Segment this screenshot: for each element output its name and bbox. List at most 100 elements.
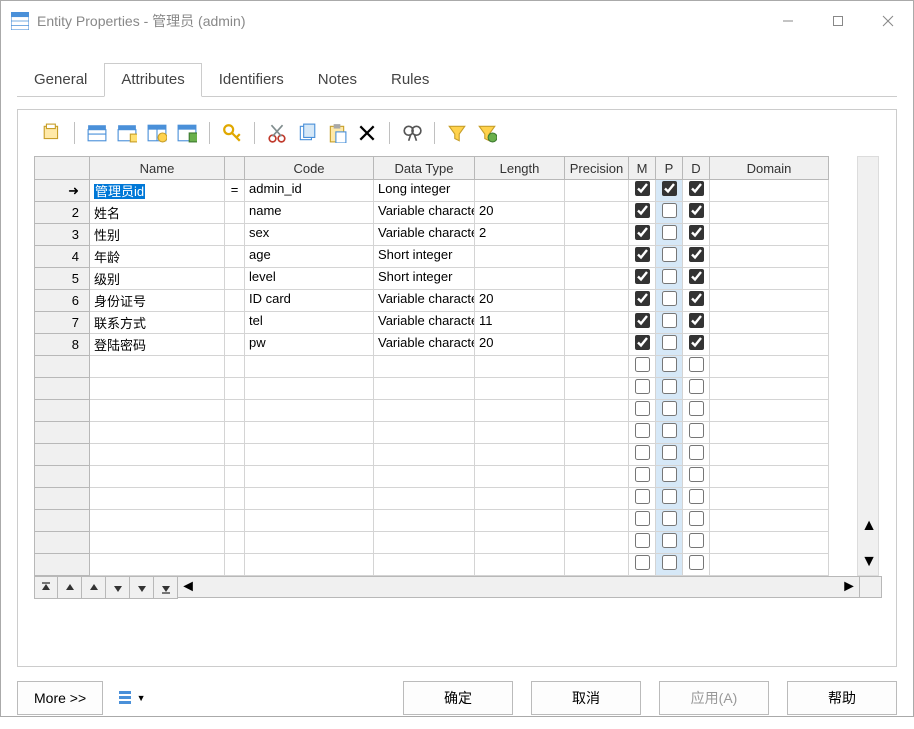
cell-code[interactable]: ID card: [245, 290, 374, 312]
cell-precision[interactable]: [565, 422, 629, 444]
cell-name[interactable]: 登陆密码: [90, 334, 225, 356]
cell-p[interactable]: [656, 312, 683, 334]
delete-icon[interactable]: [353, 120, 381, 146]
menu-button[interactable]: ▼: [111, 683, 151, 713]
cell-m[interactable]: [629, 180, 656, 202]
cell-precision[interactable]: [565, 488, 629, 510]
cell-m[interactable]: [629, 466, 656, 488]
cell-precision[interactable]: [565, 356, 629, 378]
checkbox-m[interactable]: [635, 203, 650, 218]
cell-length[interactable]: 20: [475, 290, 565, 312]
cell-d[interactable]: [683, 466, 710, 488]
checkbox-p[interactable]: [662, 291, 677, 306]
cell-name[interactable]: [90, 466, 225, 488]
checkbox-p[interactable]: [662, 357, 677, 372]
cell-d[interactable]: [683, 400, 710, 422]
vscroll-up-icon[interactable]: ▲: [858, 516, 880, 536]
cell-d[interactable]: [683, 180, 710, 202]
cell-length[interactable]: [475, 400, 565, 422]
checkbox-m[interactable]: [635, 555, 650, 570]
tab-general[interactable]: General: [17, 63, 104, 96]
rowhdr[interactable]: 6: [34, 290, 90, 312]
cell-m[interactable]: [629, 444, 656, 466]
checkbox-p[interactable]: [662, 203, 677, 218]
cell-datatype[interactable]: Short integer: [374, 246, 475, 268]
properties-icon[interactable]: [38, 120, 66, 146]
checkbox-d[interactable]: [689, 291, 704, 306]
rowhdr[interactable]: 3: [34, 224, 90, 246]
cell-datatype[interactable]: Variable characters: [374, 290, 475, 312]
cell-datatype[interactable]: Long integer: [374, 180, 475, 202]
checkbox-m[interactable]: [635, 489, 650, 504]
checkbox-d[interactable]: [689, 423, 704, 438]
cell-name[interactable]: [90, 356, 225, 378]
cell-length[interactable]: [475, 554, 565, 576]
table-row[interactable]: 2姓名nameVariable characters20: [34, 202, 882, 224]
col-eq[interactable]: [225, 156, 245, 180]
cell-eq[interactable]: [225, 466, 245, 488]
cell-datatype[interactable]: [374, 466, 475, 488]
cell-domain[interactable]: [710, 312, 829, 334]
cell-eq[interactable]: [225, 400, 245, 422]
cell-length[interactable]: [475, 378, 565, 400]
cell-d[interactable]: [683, 290, 710, 312]
ok-button[interactable]: 确定: [403, 681, 513, 715]
cell-datatype[interactable]: [374, 422, 475, 444]
checkbox-m[interactable]: [635, 467, 650, 482]
checkbox-p[interactable]: [662, 533, 677, 548]
cell-m[interactable]: [629, 356, 656, 378]
cell-datatype[interactable]: Variable characters: [374, 202, 475, 224]
cell-datatype[interactable]: [374, 488, 475, 510]
cell-d[interactable]: [683, 378, 710, 400]
checkbox-d[interactable]: [689, 269, 704, 284]
checkbox-m[interactable]: [635, 533, 650, 548]
tab-rules[interactable]: Rules: [374, 63, 446, 96]
cell-eq[interactable]: [225, 246, 245, 268]
cell-length[interactable]: [475, 246, 565, 268]
nav-down2-button[interactable]: [130, 577, 154, 599]
rowhdr[interactable]: 5: [34, 268, 90, 290]
cell-precision[interactable]: [565, 510, 629, 532]
cell-domain[interactable]: [710, 246, 829, 268]
cell-length[interactable]: 20: [475, 202, 565, 224]
minimize-button[interactable]: [763, 1, 813, 41]
cell-p[interactable]: [656, 422, 683, 444]
checkbox-p[interactable]: [662, 313, 677, 328]
cell-code[interactable]: level: [245, 268, 374, 290]
cell-datatype[interactable]: Variable characters: [374, 312, 475, 334]
cell-p[interactable]: [656, 510, 683, 532]
checkbox-m[interactable]: [635, 423, 650, 438]
checkbox-d[interactable]: [689, 357, 704, 372]
table-row-empty[interactable]: [34, 510, 882, 532]
rowhdr[interactable]: [34, 554, 90, 576]
cell-d[interactable]: [683, 356, 710, 378]
key-icon[interactable]: [218, 120, 246, 146]
cell-precision[interactable]: [565, 312, 629, 334]
cut-icon[interactable]: [263, 120, 291, 146]
checkbox-d[interactable]: [689, 445, 704, 460]
cell-datatype[interactable]: [374, 444, 475, 466]
checkbox-p[interactable]: [662, 467, 677, 482]
cell-length[interactable]: [475, 510, 565, 532]
checkbox-m[interactable]: [635, 291, 650, 306]
checkbox-p[interactable]: [662, 401, 677, 416]
cell-domain[interactable]: [710, 554, 829, 576]
checkbox-m[interactable]: [635, 401, 650, 416]
cell-code[interactable]: name: [245, 202, 374, 224]
cell-length[interactable]: [475, 422, 565, 444]
cell-length[interactable]: [475, 488, 565, 510]
col-precision[interactable]: Precision: [565, 156, 629, 180]
rowhdr[interactable]: [34, 444, 90, 466]
cell-length[interactable]: [475, 268, 565, 290]
col-d[interactable]: D: [683, 156, 710, 180]
cell-domain[interactable]: [710, 422, 829, 444]
table-row[interactable]: 8登陆密码pwVariable characters20: [34, 334, 882, 356]
hscroll-right-icon[interactable]: ►: [839, 578, 859, 596]
cell-p[interactable]: [656, 180, 683, 202]
cell-code[interactable]: admin_id: [245, 180, 374, 202]
rowhdr[interactable]: 2: [34, 202, 90, 224]
cell-length[interactable]: 20: [475, 334, 565, 356]
rowhdr[interactable]: [34, 466, 90, 488]
checkbox-p[interactable]: [662, 379, 677, 394]
nav-up-button[interactable]: [58, 577, 82, 599]
